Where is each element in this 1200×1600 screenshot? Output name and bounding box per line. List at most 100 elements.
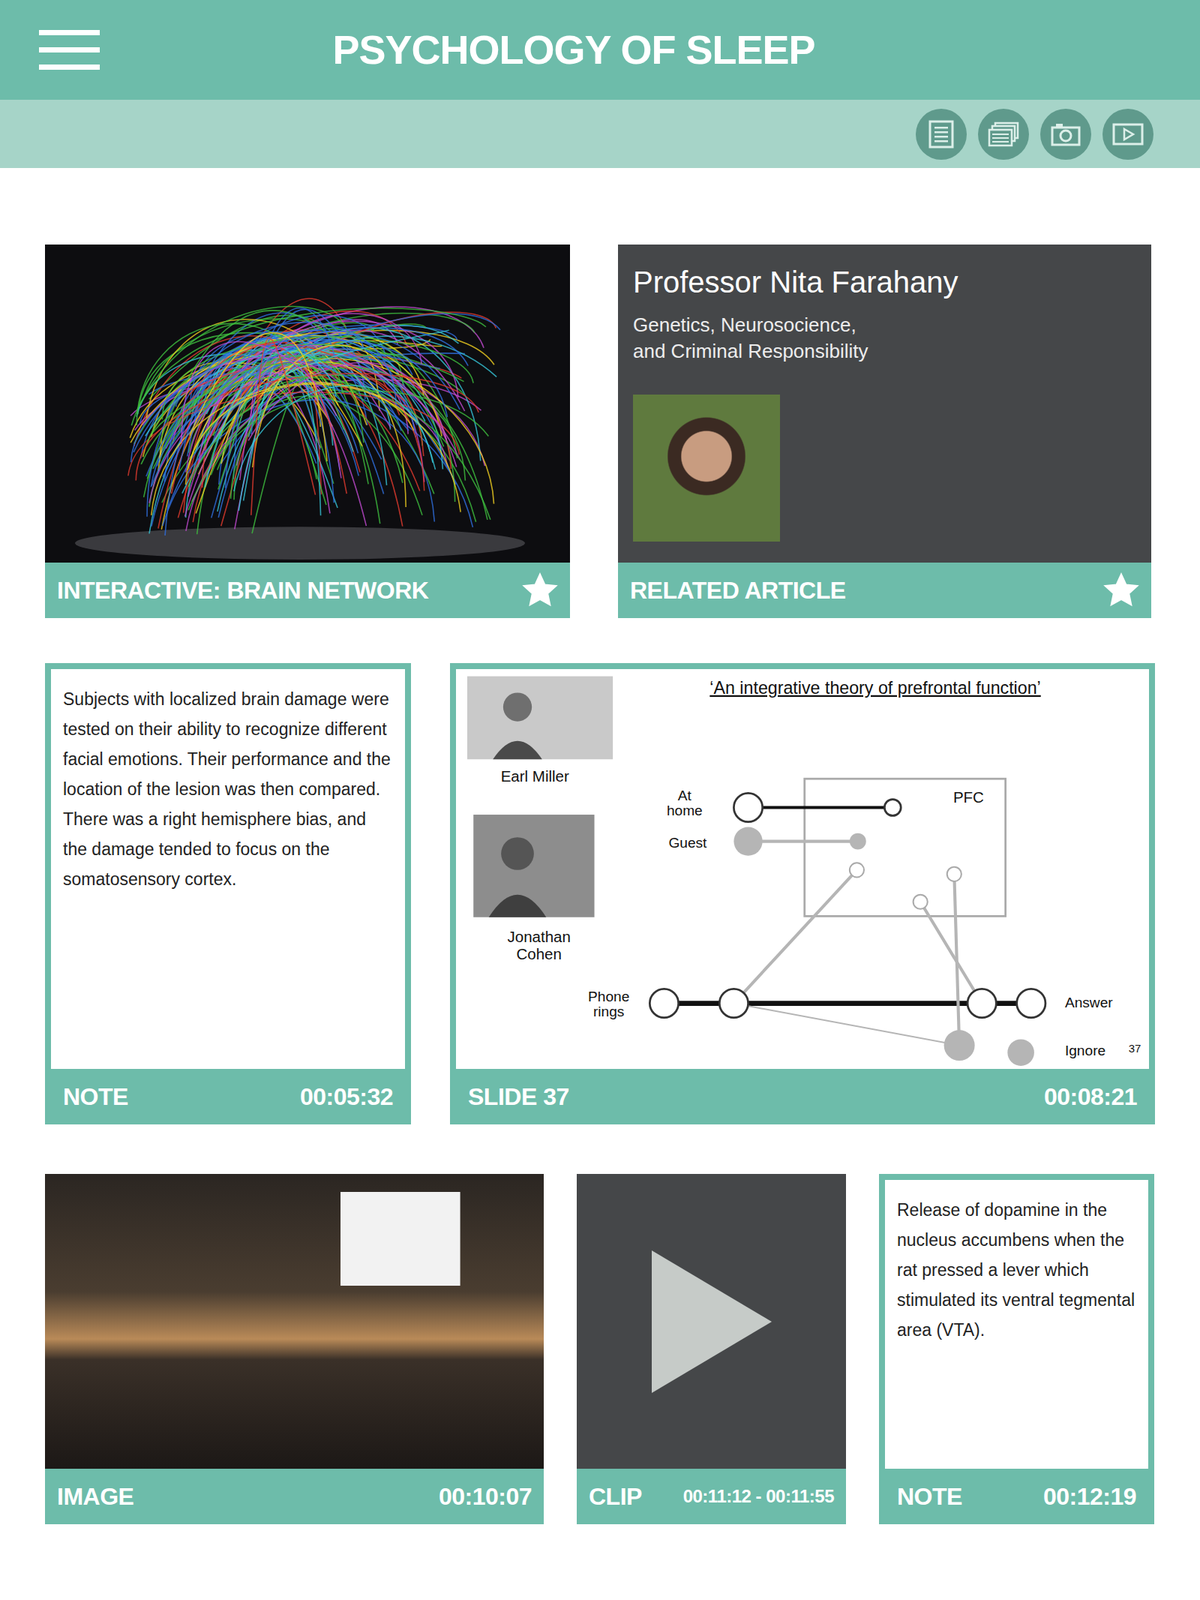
diagram-node: [1007, 1038, 1035, 1066]
response-label: Ignore: [1065, 1042, 1106, 1059]
camera-icon: [1050, 122, 1081, 147]
slide-number: 37: [1128, 1041, 1142, 1055]
diagram-link: [748, 805, 894, 809]
video-button[interactable]: [1102, 108, 1154, 160]
notes-button[interactable]: [915, 108, 967, 160]
slide-panel: ‘An integrative theory of prefrontal fun…: [456, 669, 1149, 1069]
card-body: ‘An integrative theory of prefrontal fun…: [456, 669, 1149, 1069]
diagram-node: [649, 988, 678, 1017]
diagram-node: [849, 862, 864, 877]
card-body: [45, 1173, 544, 1469]
tile-footer: RELATED ARTICLE: [618, 562, 1152, 618]
diagram-node: [719, 988, 748, 1017]
person-name: Jonathan: [507, 927, 571, 945]
stimulus-label: Phone: [588, 988, 630, 1005]
tile-footer: INTERACTIVE: BRAIN NETWORK: [45, 562, 570, 618]
card-body: Subjects with localized brain damage wer…: [51, 669, 405, 1069]
slides-button[interactable]: [978, 108, 1029, 160]
tile-footer: NOTE 00:12:19: [885, 1468, 1149, 1524]
title-area: PSYCHOLOGY OF SLEEP: [150, 25, 998, 75]
author-photo: [633, 394, 780, 542]
notes-icon: [928, 120, 954, 149]
stimulus-label: rings: [593, 1003, 624, 1020]
slide-card[interactable]: ‘An integrative theory of prefrontal fun…: [450, 663, 1155, 1125]
note-panel: Subjects with localized brain damage wer…: [51, 669, 405, 1069]
tile-label: CLIP: [588, 1478, 642, 1515]
card-body: Professor Nita Farahany Genetics, Neuroso…: [618, 244, 1152, 563]
diagram-node: [733, 826, 762, 855]
diagram-node: [967, 988, 996, 1017]
note-text: Subjects with localized brain damage wer…: [63, 684, 393, 804]
clip-card[interactable]: CLIP 00:11:12 - 00:11:55: [576, 1173, 846, 1524]
tile-label: INTERACTIVE: BRAIN NETWORK: [57, 572, 429, 609]
person-photo: [467, 676, 613, 760]
card-row: IMAGE 00:10:07 CLIP 00:11:12 - 00:11:55 Rele…: [45, 1173, 1155, 1524]
slide-diagram: ‘An integrative theory of prefrontal fun…: [456, 669, 1149, 1069]
note-card[interactable]: Release of dopamine in the nucleus accum…: [879, 1173, 1155, 1524]
note-card[interactable]: Subjects with localized brain damage wer…: [45, 663, 411, 1125]
menu-icon[interactable]: [39, 28, 100, 72]
video-icon: [1112, 123, 1144, 146]
clip-panel: [576, 1173, 846, 1469]
tile-label: NOTE: [897, 1478, 963, 1515]
diagram-node: [733, 792, 762, 822]
diagram-node: [884, 799, 901, 816]
article-card[interactable]: Professor Nita Farahany Genetics, Neuroso…: [618, 244, 1152, 618]
timestamp: 00:05:32: [300, 1078, 393, 1115]
response-label: Answer: [1065, 994, 1113, 1011]
brain-network-image: [45, 244, 570, 563]
content-board: INTERACTIVE: BRAIN NETWORK Professor Nita…: [0, 244, 1200, 1599]
timestamp: 00:11:12 - 00:11:55: [683, 1482, 834, 1510]
timestamp: 00:08:21: [1044, 1078, 1137, 1115]
favorite-star-icon[interactable]: [1103, 572, 1140, 609]
article-subtitle: Genetics, Neurosocience,: [633, 312, 1137, 339]
input-label: home: [666, 802, 703, 819]
menu-area: [0, 28, 150, 72]
card-body: Release of dopamine in the nucleus accum…: [885, 1179, 1149, 1469]
diagram-link: [748, 840, 858, 843]
card-body: [45, 244, 570, 563]
tile-label: NOTE: [63, 1078, 129, 1115]
article-panel: Professor Nita Farahany Genetics, Neuroso…: [618, 244, 1152, 563]
play-icon[interactable]: [644, 1242, 780, 1401]
slides-icon: [987, 121, 1020, 147]
favorite-star-icon[interactable]: [522, 572, 558, 609]
conference-photo: [45, 1173, 544, 1469]
tile-footer: IMAGE 00:10:07: [45, 1468, 544, 1524]
diagram-link: [920, 901, 982, 1003]
timestamp: 00:12:19: [1043, 1478, 1137, 1515]
person-name: Earl Miller: [501, 767, 570, 785]
diagram-link: [954, 873, 960, 1045]
toolbar: [0, 99, 1200, 168]
tile-label: SLIDE 37: [468, 1078, 570, 1115]
card-body: [576, 1173, 846, 1469]
interactive-card[interactable]: INTERACTIVE: BRAIN NETWORK: [45, 244, 570, 618]
diagram-node: [849, 833, 867, 850]
article-subtitle: and Criminal Responsibility: [633, 338, 1137, 365]
photo-button[interactable]: [1040, 108, 1092, 160]
tile-footer: CLIP 00:11:12 - 00:11:55: [576, 1468, 846, 1524]
note-text: There was a right hemisphere bias, and t…: [63, 804, 393, 894]
diagram-node: [1017, 988, 1046, 1017]
pfc-label: PFC: [953, 788, 984, 806]
tile-label: IMAGE: [57, 1478, 134, 1515]
tile-footer: SLIDE 37 00:08:21: [456, 1068, 1149, 1125]
timestamp: 00:10:07: [438, 1478, 532, 1515]
app-header: PSYCHOLOGY OF SLEEP: [0, 0, 1200, 100]
card-row: Subjects with localized brain damage wer…: [45, 663, 1155, 1125]
tile-label: RELATED ARTICLE: [630, 572, 846, 609]
note-text: Release of dopamine in the nucleus accum…: [897, 1194, 1137, 1345]
person-photo: [473, 814, 594, 918]
input-label: Guest: [668, 834, 708, 851]
diagram-node: [913, 894, 928, 909]
brain-image: [45, 244, 570, 563]
input-label: At: [678, 787, 693, 804]
diagram-node: [944, 1029, 975, 1061]
card-row: INTERACTIVE: BRAIN NETWORK Professor Nita…: [45, 244, 1155, 618]
diagram-link: [733, 870, 857, 1004]
slide-title: ‘An integrative theory of prefrontal fun…: [709, 678, 1041, 698]
image-card[interactable]: IMAGE 00:10:07: [45, 1173, 544, 1524]
article-title: Professor Nita Farahany: [633, 264, 1137, 300]
page-title: PSYCHOLOGY OF SLEEP: [150, 25, 998, 75]
diagram-node: [947, 867, 962, 882]
